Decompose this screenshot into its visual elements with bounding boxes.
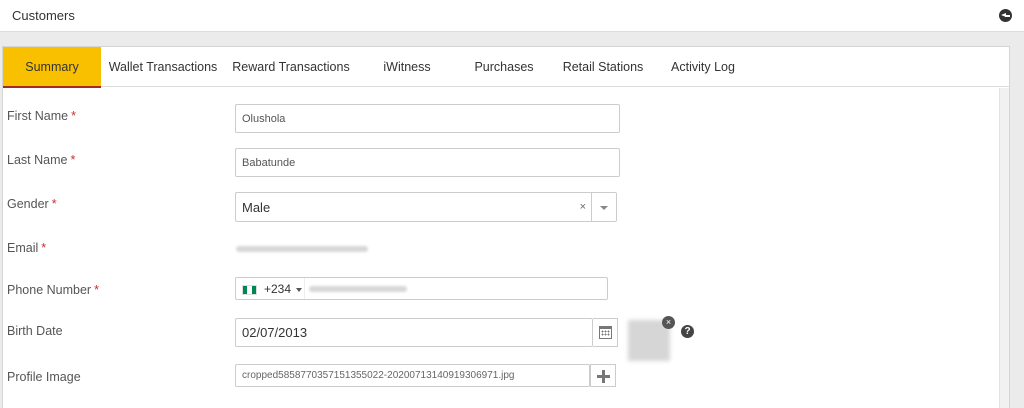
profile-image-input[interactable]: cropped5858770357151355022-2020071314091… <box>235 364 590 387</box>
scrollbar[interactable] <box>999 88 1009 408</box>
calendar-icon <box>599 326 612 339</box>
first-name-input[interactable]: Olushola <box>235 104 620 133</box>
email-value-redacted <box>236 246 368 252</box>
tab-activity-log[interactable]: Activity Log <box>667 47 739 87</box>
birth-date-input[interactable]: 02/07/2013 <box>235 318 593 347</box>
page-title: Customers <box>12 8 75 23</box>
tab-purchases[interactable]: Purchases <box>469 47 539 87</box>
tab-reward-transactions[interactable]: Reward Transactions <box>231 47 351 87</box>
tab-bar: Summary Wallet Transactions Reward Trans… <box>3 47 1009 88</box>
phone-number-label: Phone Number * <box>7 283 99 297</box>
birth-date-label: Birth Date <box>7 324 63 338</box>
back-icon[interactable] <box>999 9 1012 22</box>
plus-icon[interactable] <box>590 364 616 387</box>
tab-summary[interactable]: Summary <box>3 47 101 88</box>
email-label: Email * <box>7 241 47 255</box>
country-code[interactable]: +234 <box>264 282 291 296</box>
first-name-label: First Name * <box>7 109 76 123</box>
customer-card: Summary Wallet Transactions Reward Trans… <box>2 46 1010 408</box>
phone-value-redacted <box>309 286 407 292</box>
phone-input[interactable]: +234 <box>235 277 608 300</box>
profile-image-label: Profile Image <box>7 370 81 384</box>
gender-select[interactable]: Male × <box>235 192 617 222</box>
top-bar: Customers <box>0 0 1024 32</box>
nigeria-flag-icon[interactable] <box>242 285 257 295</box>
phone-divider <box>304 278 305 299</box>
chevron-down-icon[interactable] <box>600 206 608 210</box>
last-name-input[interactable]: Babatunde <box>235 148 620 177</box>
tab-retail-stations[interactable]: Retail Stations <box>559 47 647 87</box>
last-name-label: Last Name * <box>7 153 76 167</box>
caret-down-icon[interactable] <box>296 288 302 292</box>
tab-iwitness[interactable]: iWitness <box>375 47 439 87</box>
gender-label: Gender * <box>7 197 57 211</box>
help-icon[interactable]: ? <box>681 325 694 338</box>
tab-wallet-transactions[interactable]: Wallet Transactions <box>107 47 219 87</box>
clear-icon[interactable]: × <box>580 201 586 213</box>
calendar-button[interactable] <box>593 318 618 347</box>
select-divider <box>591 193 592 221</box>
close-icon[interactable]: × <box>662 316 675 329</box>
